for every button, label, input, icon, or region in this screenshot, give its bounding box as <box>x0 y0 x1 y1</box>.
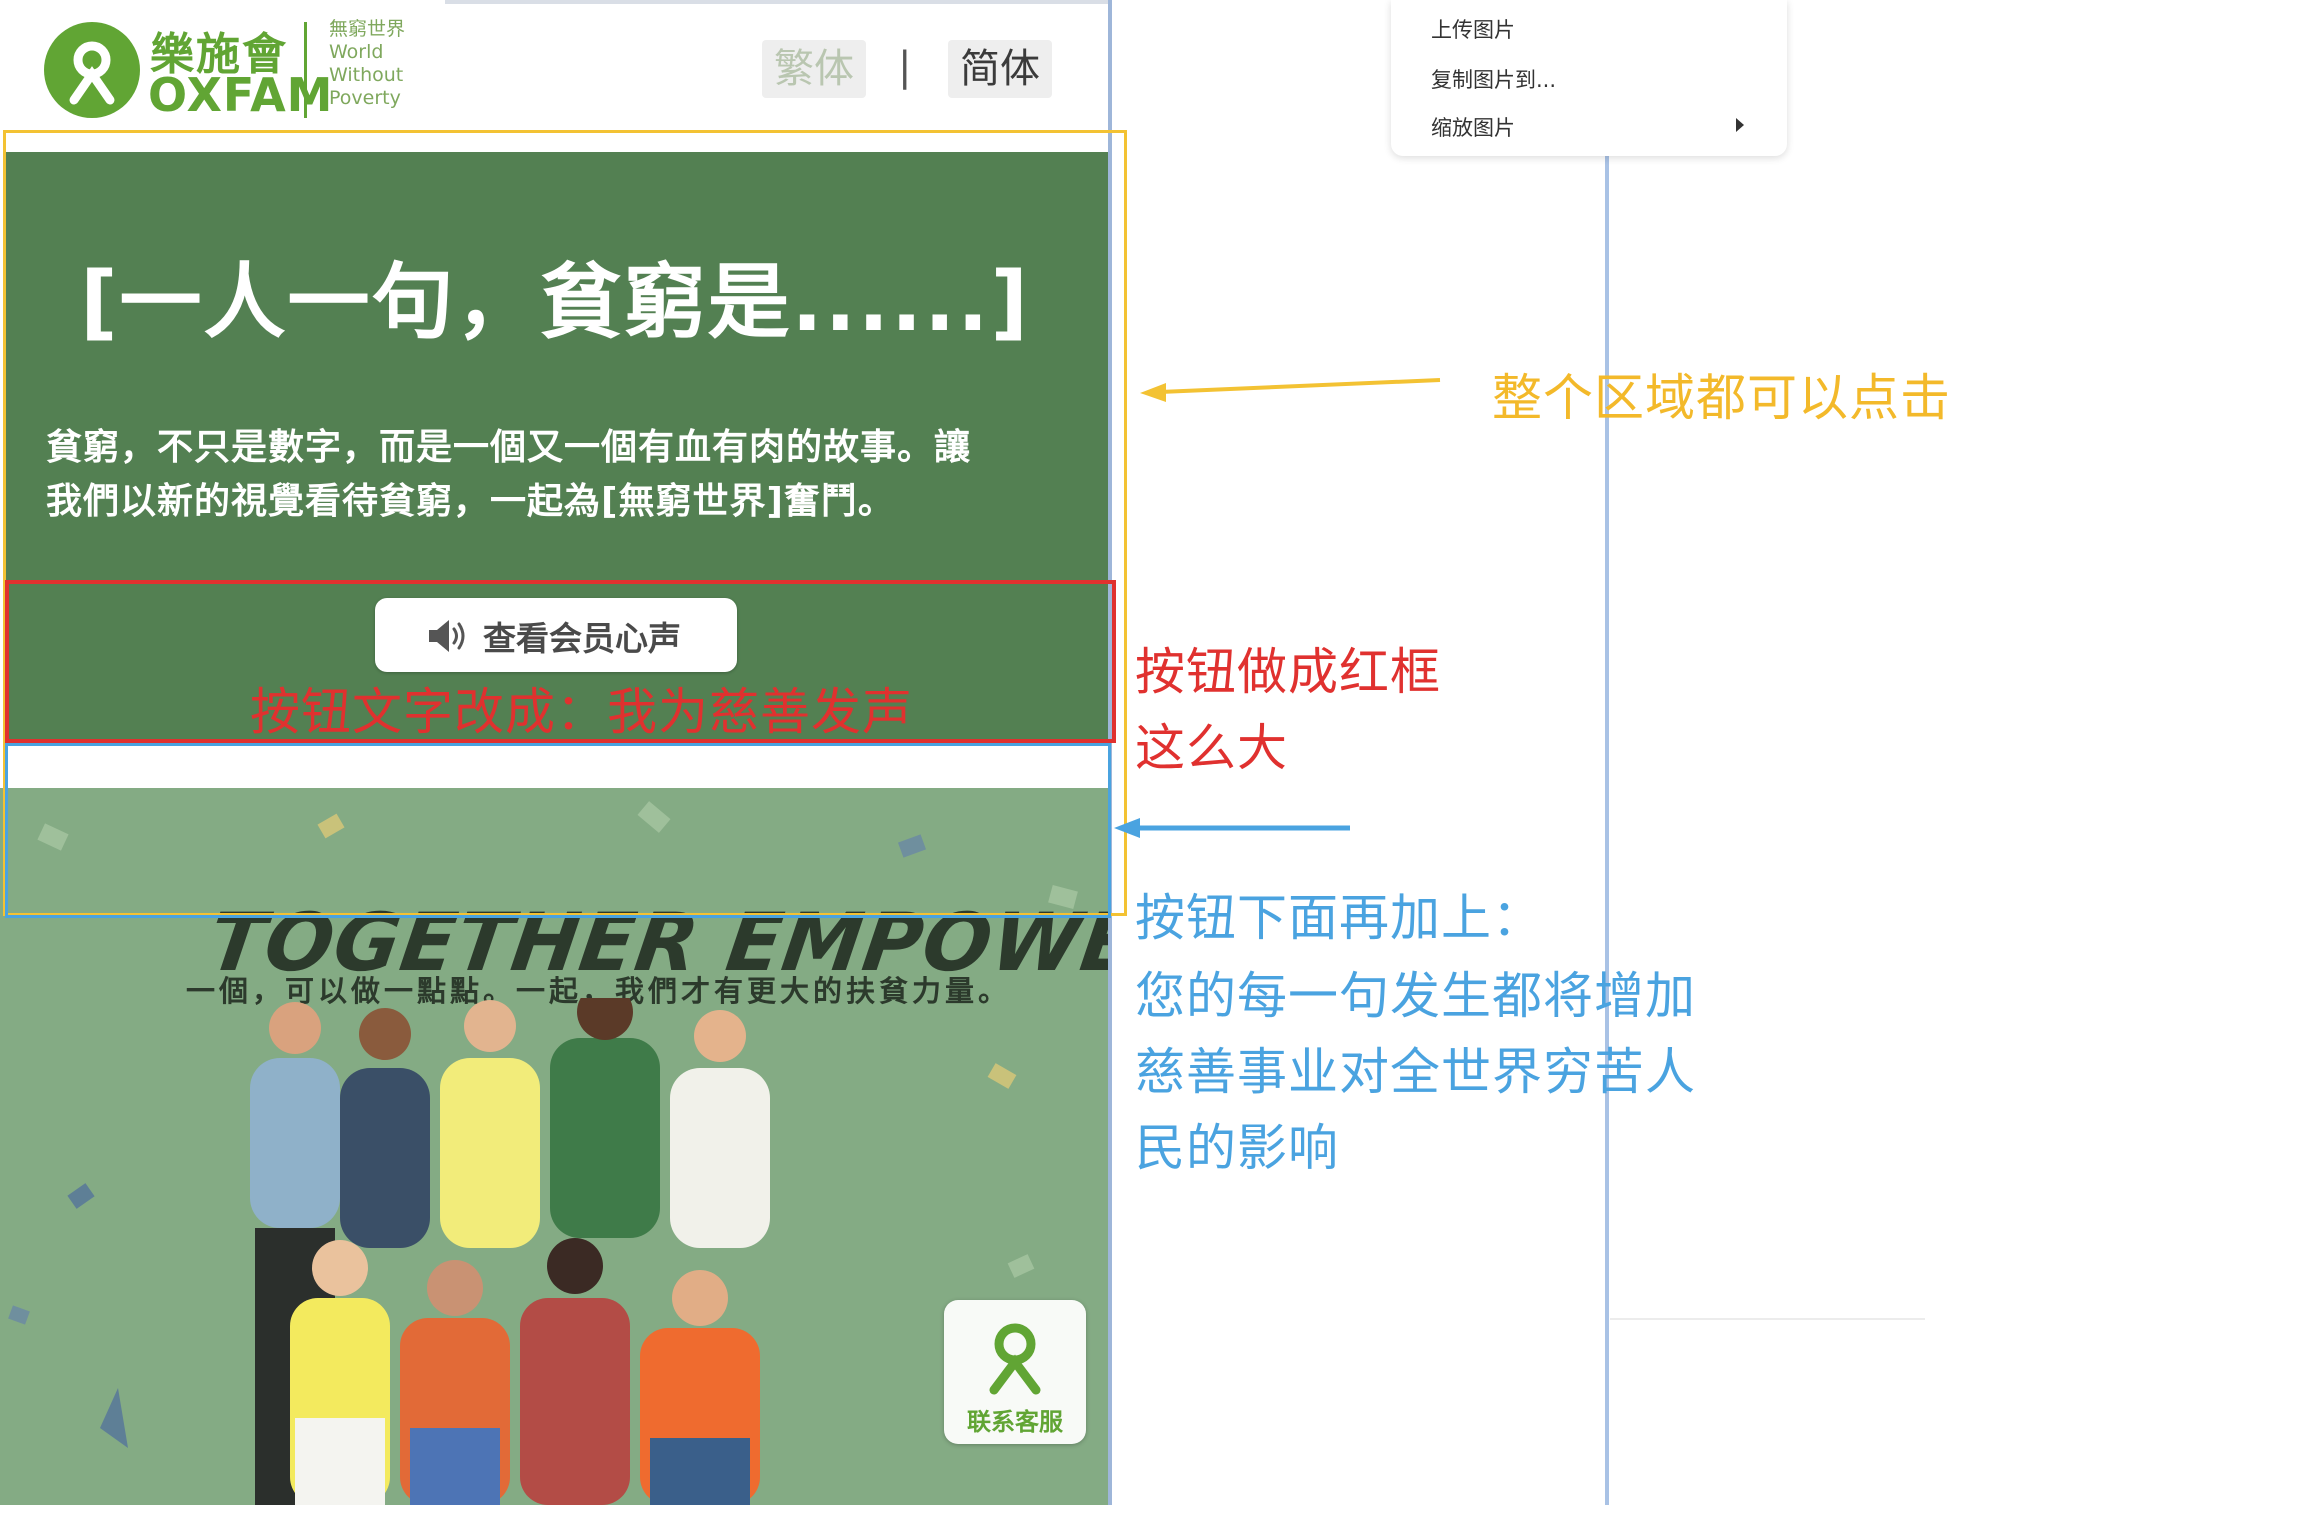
oxfam-logo-icon <box>980 1318 1050 1396</box>
annotation-note-clickable-area: 整个区域都可以点击 <box>1492 369 1951 427</box>
browser-top-edge <box>445 0 1110 4</box>
logo-divider <box>304 22 307 118</box>
faint-rule <box>1610 1318 1925 1320</box>
oxfam-logo-icon <box>44 22 140 118</box>
submenu-arrow-icon <box>1736 118 1744 132</box>
annotation-note-add-text: 慈善事业对全世界穷苦人 <box>1135 1043 1696 1101</box>
annotation-box-blue <box>5 743 1111 918</box>
canvas-divider <box>1605 0 1609 1505</box>
menu-item-upload-image[interactable]: 上传图片 <box>1431 14 1515 44</box>
menu-item-scale-image[interactable]: 缩放图片 <box>1431 112 1515 142</box>
menu-item-copy-image-to[interactable]: 复制图片到... <box>1431 64 1556 94</box>
lang-traditional-button[interactable]: 繁体 <box>762 40 866 98</box>
oxfam-logo[interactable]: 樂施會 OXFAM 無窮世界 World Without Poverty <box>44 18 414 123</box>
annotation-note-button-text: 按钮文字改成：我为慈善发声 <box>250 683 913 741</box>
blue-arrow-icon <box>1114 818 1350 838</box>
annotation-note-add-text: 按钮下面再加上： <box>1135 889 1543 947</box>
yellow-arrow-icon <box>1140 378 1441 402</box>
lang-simplified-button[interactable]: 简体 <box>948 40 1052 98</box>
annotation-note-button-size: 按钮做成红框 <box>1135 643 1441 701</box>
logo-tagline: 無窮世界 World Without Poverty <box>329 18 406 109</box>
annotation-note-add-text: 民的影响 <box>1135 1119 1339 1177</box>
annotation-note-button-size: 这么大 <box>1135 719 1288 777</box>
contact-service-label: 联系客服 <box>967 1408 1063 1436</box>
contact-service-button[interactable]: 联系客服 <box>944 1300 1086 1444</box>
lang-separator: | <box>898 44 912 90</box>
annotation-note-add-text: 您的每一句发生都将增加 <box>1135 967 1696 1025</box>
context-menu: 上传图片 复制图片到... 缩放图片 <box>1391 0 1787 156</box>
people-illustration <box>250 998 770 1505</box>
